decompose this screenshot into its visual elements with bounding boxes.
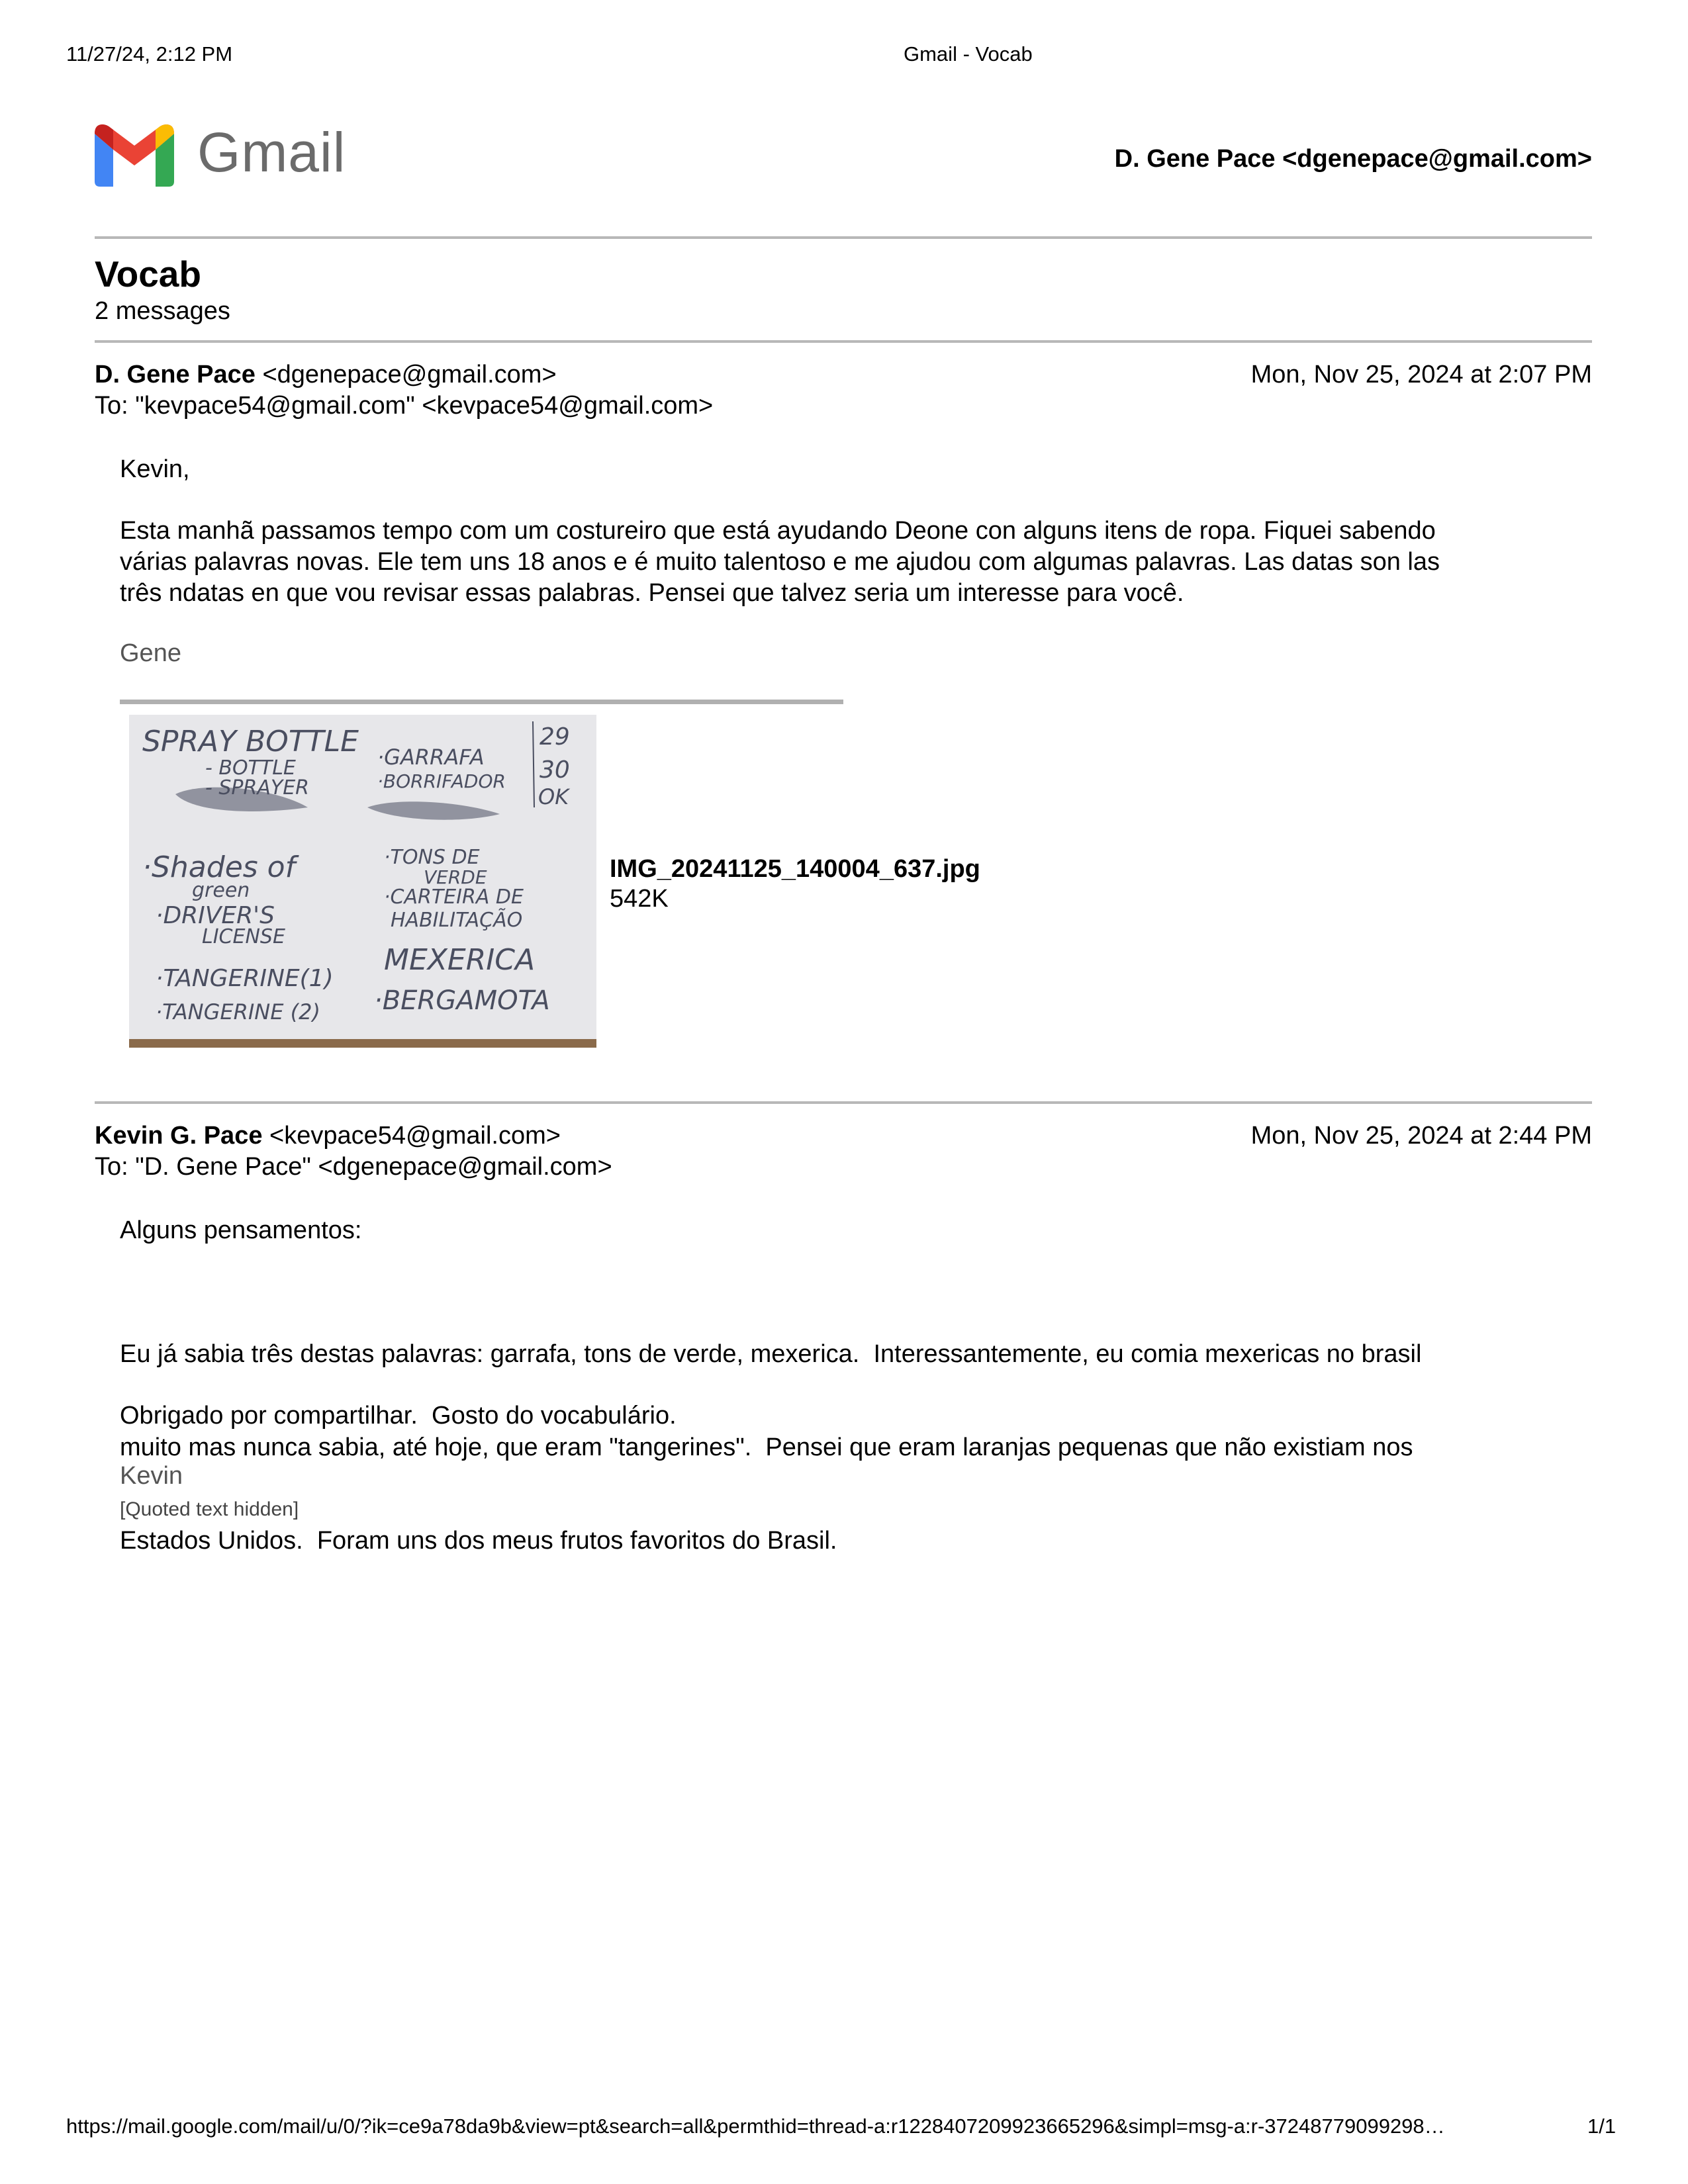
- message-2-greeting: Alguns pensamentos:: [120, 1216, 362, 1244]
- message-1-date: Mon, Nov 25, 2024 at 2:07 PM: [1250, 361, 1592, 388]
- note-line: ·GARRAFA: [377, 745, 485, 770]
- note-line: ·TANGERINE(1): [156, 965, 334, 992]
- note-line: SPRAY BOTTLE: [142, 725, 359, 758]
- note-line: OK: [538, 784, 571, 809]
- note-line: ·TANGERINE (2): [156, 999, 320, 1024]
- note-line: 30: [539, 756, 570, 784]
- note-line: LICENSE: [202, 925, 285, 948]
- attachment-divider: [120, 700, 843, 704]
- attachment-filename[interactable]: IMG_20241125_140004_637.jpg: [610, 855, 980, 884]
- quoted-text-toggle[interactable]: [Quoted text hidden]: [120, 1498, 299, 1521]
- thread-subject: Vocab: [95, 253, 201, 295]
- message-divider: [95, 1101, 1592, 1104]
- message-2-body: Eu já sabia três destas palavras: garraf…: [120, 1277, 1421, 1588]
- note-line: ·BERGAMOTA: [374, 985, 550, 1016]
- message-2-closing: Obrigado por compartilhar. Gosto do voca…: [120, 1402, 677, 1430]
- sender-email: <kevpace54@gmail.com>: [269, 1122, 561, 1150]
- message-1-sender: D. Gene Pace <dgenepace@gmail.com>: [95, 359, 557, 390]
- note-line: ·CARTEIRA DE: [384, 886, 524, 909]
- attachment-size: 542K: [610, 885, 669, 913]
- print-title: Gmail - Vocab: [904, 42, 1033, 66]
- body-line: Eu já sabia três destas palavras: garraf…: [120, 1340, 1422, 1368]
- body-line: três ndatas en que vou revisar essas pal…: [120, 579, 1184, 607]
- sender-name: Kevin G. Pace: [95, 1122, 263, 1150]
- page-number: 1/1: [1587, 2115, 1617, 2138]
- note-line: ·BORRIFADOR: [377, 770, 506, 792]
- message-1-recipients: To: "kevpace54@gmail.com" <kevpace54@gma…: [95, 392, 714, 420]
- attachment-thumbnail[interactable]: SPRAY BOTTLE - BOTTLE - SPRAYER ·GARRAFA…: [129, 715, 596, 1048]
- message-count: 2 messages: [95, 297, 230, 325]
- message-2-signature: Kevin: [120, 1462, 183, 1490]
- body-line: Estados Unidos. Foram uns dos meus fruto…: [120, 1527, 837, 1555]
- message-2-recipients: To: "D. Gene Pace" <dgenepace@gmail.com>: [95, 1153, 612, 1181]
- thread-divider: [95, 340, 1592, 343]
- print-datetime: 11/27/24, 2:12 PM: [66, 42, 233, 66]
- note-line: MEXERICA: [384, 943, 535, 977]
- body-line: várias palavras novas. Ele tem uns 18 an…: [120, 548, 1440, 576]
- message-1-body: Esta manhã passamos tempo com um costure…: [120, 516, 1440, 609]
- note-line: 29: [539, 723, 570, 751]
- print-url: https://mail.google.com/mail/u/0/?ik=ce9…: [66, 2115, 1445, 2138]
- body-line: Esta manhã passamos tempo com um costure…: [120, 517, 1436, 545]
- gmail-wordmark: Gmail: [197, 121, 346, 183]
- note-line: HABILITAÇÃO: [391, 908, 522, 932]
- note-line: - SPRAYER: [205, 776, 309, 799]
- message-1-greeting: Kevin,: [120, 455, 190, 483]
- note-line: ·TONS DE: [384, 846, 480, 869]
- sender-name: D. Gene Pace: [95, 361, 256, 388]
- message-2-sender: Kevin G. Pace <kevpace54@gmail.com>: [95, 1120, 561, 1151]
- note-line: green: [192, 879, 250, 902]
- gmail-logo-icon: [95, 123, 174, 187]
- header-divider: [95, 236, 1592, 239]
- body-line: muito mas nunca sabia, até hoje, que era…: [120, 1433, 1413, 1461]
- sender-email: <dgenepace@gmail.com>: [262, 361, 557, 388]
- message-1-signature: Gene: [120, 639, 181, 667]
- account-label: D. Gene Pace <dgenepace@gmail.com>: [1114, 145, 1592, 173]
- message-2-date: Mon, Nov 25, 2024 at 2:44 PM: [1250, 1122, 1592, 1150]
